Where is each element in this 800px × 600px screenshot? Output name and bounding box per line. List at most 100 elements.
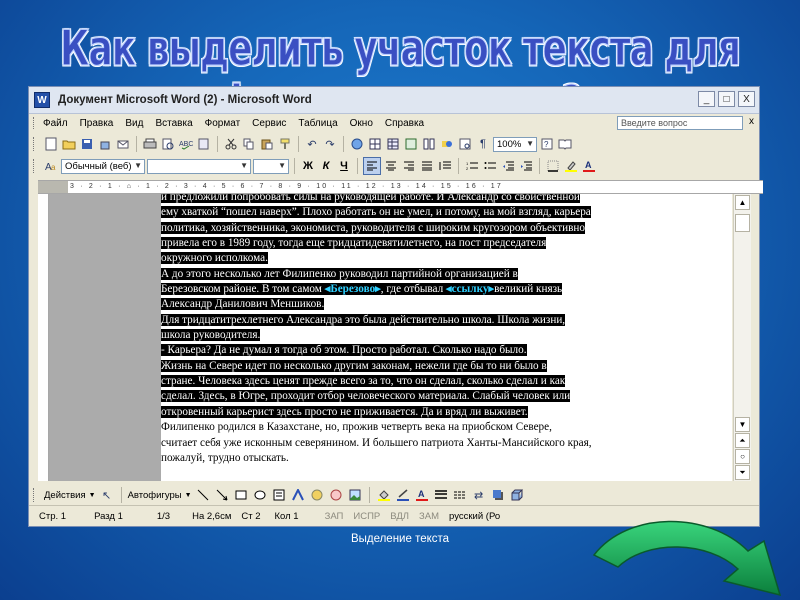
font-color-icon[interactable]: A [581, 158, 597, 174]
word-app-icon[interactable]: W [34, 92, 50, 108]
actions-menu[interactable]: Действия [44, 490, 86, 501]
open-folder-icon[interactable] [61, 136, 77, 152]
close-document-icon[interactable]: x [749, 116, 754, 127]
menu-edit[interactable]: Правка [80, 118, 114, 129]
paste-icon[interactable] [259, 136, 275, 152]
decrease-indent-icon[interactable] [500, 158, 516, 174]
help-icon[interactable]: ? [539, 136, 555, 152]
previous-page-icon[interactable]: ⏶ [735, 433, 750, 448]
menu-table[interactable]: Таблица [298, 118, 337, 129]
bullets-icon[interactable] [482, 158, 498, 174]
font-size-select[interactable]: ▼ [253, 158, 289, 174]
scroll-down-icon[interactable]: ▼ [735, 417, 750, 432]
document-text[interactable]: и предложили попробовать силы на руковод… [161, 194, 701, 466]
arrow-icon[interactable] [214, 487, 230, 503]
email-icon[interactable] [115, 136, 131, 152]
align-right-icon[interactable] [401, 158, 417, 174]
menu-window[interactable]: Окно [350, 118, 373, 129]
menu-format[interactable]: Формат [205, 118, 241, 129]
arrow-style-icon[interactable]: ⇄ [471, 487, 487, 503]
format-painter-icon[interactable] [277, 136, 293, 152]
align-center-icon[interactable] [383, 158, 399, 174]
redo-icon[interactable]: ↷ [322, 136, 338, 152]
zoom-select[interactable]: 100% ▼ [493, 136, 537, 152]
dash-style-icon[interactable] [452, 487, 468, 503]
autoshapes-dropdown-icon[interactable]: ▼ [185, 492, 192, 499]
status-track-changes[interactable]: ИСПР [353, 511, 380, 522]
maximize-button[interactable]: □ [718, 91, 735, 107]
picture-icon[interactable] [347, 487, 363, 503]
wordart-icon[interactable] [290, 487, 306, 503]
drawing-icon[interactable] [439, 136, 455, 152]
line-spacing-icon[interactable] [437, 158, 453, 174]
help-search-input[interactable]: Введите вопрос [617, 116, 743, 130]
print-icon[interactable] [142, 136, 158, 152]
new-document-icon[interactable] [43, 136, 59, 152]
menu-help[interactable]: Справка [385, 118, 424, 129]
justify-icon[interactable] [419, 158, 435, 174]
line-style-icon[interactable] [433, 487, 449, 503]
rectangle-icon[interactable] [233, 487, 249, 503]
menu-view[interactable]: Вид [125, 118, 143, 129]
tables-borders-icon[interactable] [367, 136, 383, 152]
hyperlink-icon[interactable] [349, 136, 365, 152]
drawing-font-color-icon[interactable]: A [414, 487, 430, 503]
italic-button[interactable]: К [318, 158, 334, 174]
print-preview-icon[interactable] [160, 136, 176, 152]
insert-table-icon[interactable] [385, 136, 401, 152]
vertical-scrollbar[interactable]: ▲ ▼ ⏶ ○ ⏷ [733, 194, 751, 481]
clipart-icon[interactable] [328, 487, 344, 503]
columns-icon[interactable] [421, 136, 437, 152]
status-rec[interactable]: ЗАП [325, 511, 344, 522]
autoshapes-menu[interactable]: Автофигуры [128, 490, 182, 501]
hyperlink-ssylka[interactable]: ◂ссылку▸ [446, 283, 495, 296]
highlight-icon[interactable] [563, 158, 579, 174]
oval-icon[interactable] [252, 487, 268, 503]
cut-icon[interactable] [223, 136, 239, 152]
document-area[interactable]: и предложили попробовать силы на руковод… [49, 194, 732, 481]
show-formatting-icon[interactable]: ¶ [475, 136, 491, 152]
status-extend[interactable]: ВДЛ [390, 511, 409, 522]
menu-insert[interactable]: Вставка [155, 118, 192, 129]
permission-icon[interactable] [97, 136, 113, 152]
scroll-thumb[interactable] [735, 214, 750, 232]
styles-pane-icon[interactable]: Aa [43, 158, 59, 174]
numbering-icon[interactable]: 12 [464, 158, 480, 174]
insert-excel-icon[interactable] [403, 136, 419, 152]
font-select[interactable]: ▼ [147, 158, 251, 174]
document-map-icon[interactable] [457, 136, 473, 152]
menu-file[interactable]: Файл [43, 118, 68, 129]
save-icon[interactable] [79, 136, 95, 152]
borders-icon[interactable] [545, 158, 561, 174]
undo-icon[interactable]: ↶ [304, 136, 320, 152]
minimize-button[interactable]: _ [698, 91, 715, 107]
research-icon[interactable] [196, 136, 212, 152]
hyperlink-berezovo[interactable]: ◂Березово▸ [324, 283, 381, 296]
bold-button[interactable]: Ж [300, 158, 316, 174]
style-select[interactable]: Обычный (веб) ▼ [61, 158, 145, 174]
vertical-ruler[interactable] [38, 194, 49, 481]
document-page[interactable]: и предложили попробовать силы на руковод… [161, 194, 732, 481]
3d-style-icon[interactable] [509, 487, 525, 503]
line-color-icon[interactable] [395, 487, 411, 503]
align-left-icon[interactable] [363, 157, 381, 175]
read-icon[interactable] [557, 136, 573, 152]
spelling-icon[interactable]: ABC [178, 136, 194, 152]
actions-dropdown-icon[interactable]: ▼ [89, 492, 96, 499]
browse-object-icon[interactable]: ○ [735, 449, 750, 464]
underline-button[interactable]: Ч [336, 158, 352, 174]
diagram-icon[interactable] [309, 487, 325, 503]
select-objects-icon[interactable]: ↖ [99, 487, 115, 503]
increase-indent-icon[interactable] [518, 158, 534, 174]
close-button[interactable]: X [738, 91, 755, 107]
scroll-up-icon[interactable]: ▲ [735, 195, 750, 210]
horizontal-ruler[interactable]: 3 · 2 · 1 · ⌂ · 1 · 2 · 3 · 4 · 5 · 6 · … [38, 180, 763, 194]
line-icon[interactable] [195, 487, 211, 503]
textbox-icon[interactable] [271, 487, 287, 503]
fill-color-icon[interactable] [376, 487, 392, 503]
menu-tools[interactable]: Сервис [252, 118, 286, 129]
next-page-icon[interactable]: ⏷ [735, 465, 750, 480]
copy-icon[interactable] [241, 136, 257, 152]
status-overtype[interactable]: ЗАМ [419, 511, 439, 522]
shadow-style-icon[interactable] [490, 487, 506, 503]
